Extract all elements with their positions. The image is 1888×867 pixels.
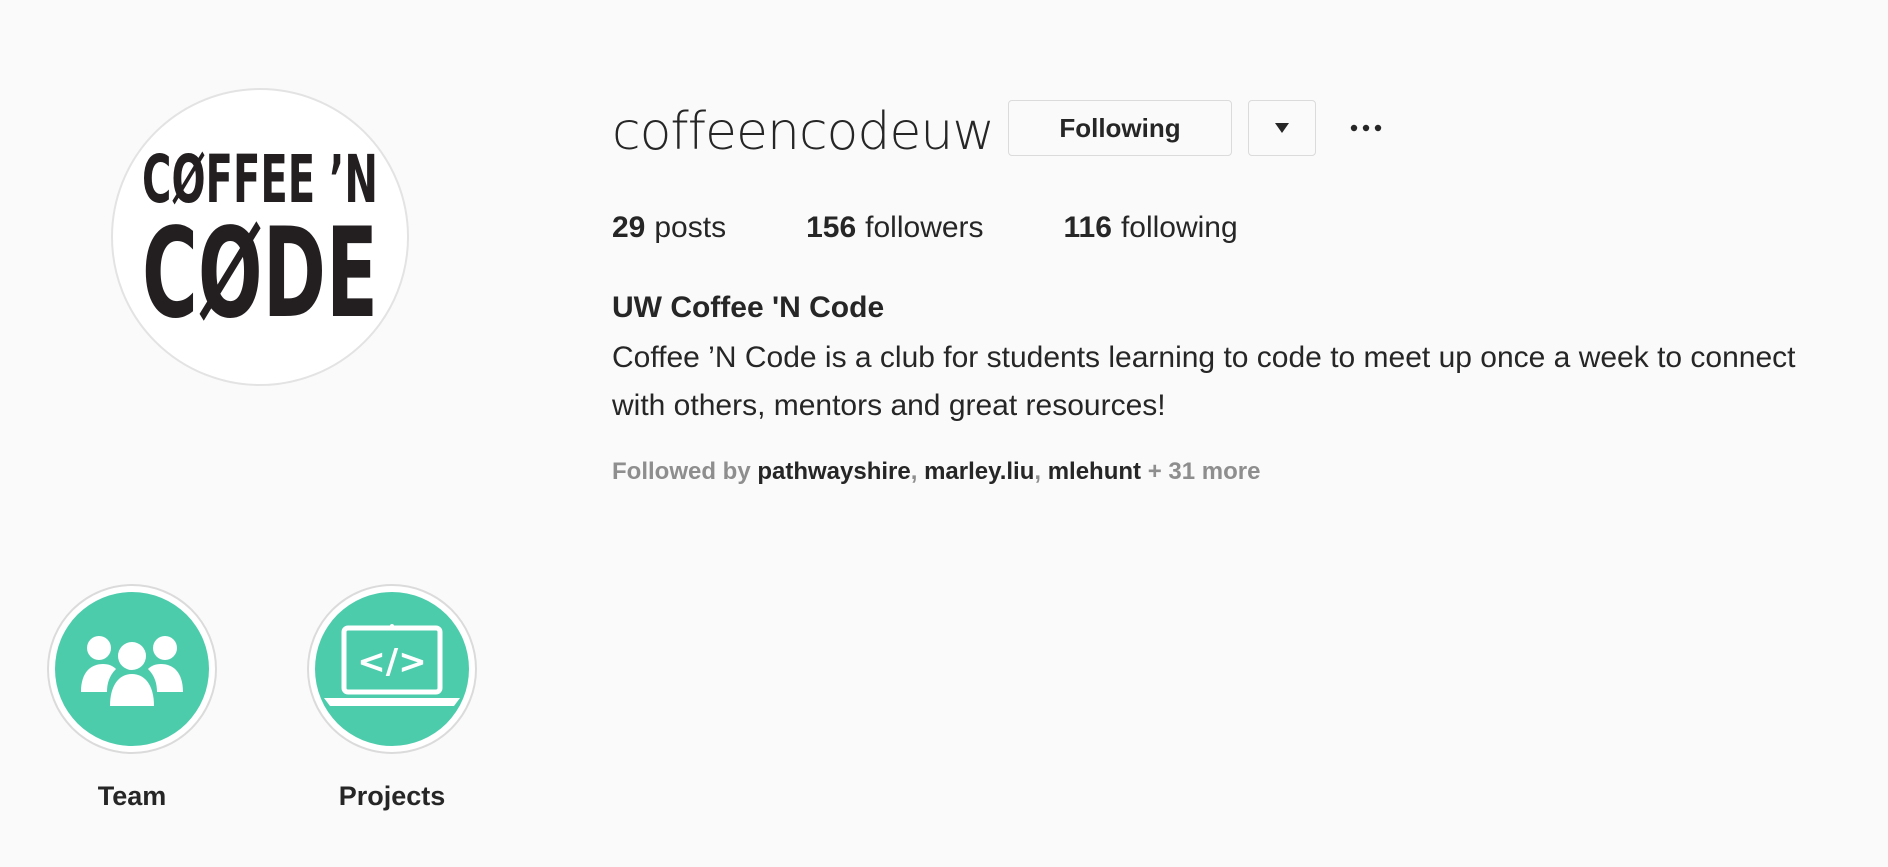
followers-count: 156 [806, 211, 857, 244]
posts-stat: 29 posts [612, 206, 726, 250]
profile-page: CØFFEE ’N CØDE coffeencodeuw Following 2… [0, 0, 1888, 867]
suggested-dropdown-button[interactable] [1248, 100, 1316, 156]
followed-by-prefix: Followed by [612, 458, 751, 485]
posts-label: posts [654, 211, 727, 244]
profile-bio: Coffee ’N Code is a club for students le… [612, 341, 1796, 422]
separator: , [1034, 458, 1048, 485]
coffee-n-code-logo: CØFFEE ’N CØDE [142, 141, 378, 346]
highlight-label: Projects [338, 781, 446, 811]
followers-label: followers [865, 211, 984, 244]
highlight-team[interactable]: Team [46, 584, 218, 812]
highlight-label: Team [97, 781, 167, 811]
profile-stats: 29 posts 156 followers 116 following [612, 206, 1318, 250]
following-stat[interactable]: 116 following [1064, 206, 1238, 250]
highlight-cover [55, 592, 209, 746]
followed-by-account[interactable]: marley.liu [924, 458, 1034, 485]
highlight-ring [47, 584, 217, 754]
following-button[interactable]: Following [1008, 100, 1232, 156]
followed-by-account[interactable]: mlehunt [1048, 458, 1141, 485]
following-count: 116 [1063, 211, 1112, 244]
highlight-cover: </> [315, 592, 469, 746]
followers-stat[interactable]: 156 followers [806, 206, 983, 250]
highlight-projects[interactable]: </> Projects [306, 584, 478, 812]
following-label: following [1120, 211, 1238, 244]
highlight-ring: </> [307, 584, 477, 754]
followed-by-more[interactable]: + 31 more [1148, 458, 1261, 485]
options-button[interactable] [1346, 110, 1386, 146]
profile-full-name: UW Coffee 'N Code [612, 291, 885, 324]
laptop-code-icon: </> [324, 624, 460, 706]
svg-text:</>: </> [357, 642, 426, 682]
followed-by[interactable]: Followed by pathwayshire, marley.liu, ml… [612, 454, 1260, 490]
profile-username: coffeencodeuw [612, 102, 995, 162]
followed-by-account[interactable]: pathwayshire [757, 458, 910, 485]
ellipsis-icon [1350, 124, 1382, 132]
people-icon [81, 636, 183, 706]
profile-avatar[interactable]: CØFFEE ’N CØDE [111, 88, 409, 386]
caret-down-icon [1275, 123, 1289, 133]
separator: , [910, 458, 925, 485]
logo-line-2: CØDE [142, 202, 378, 346]
posts-count: 29 [612, 211, 646, 244]
